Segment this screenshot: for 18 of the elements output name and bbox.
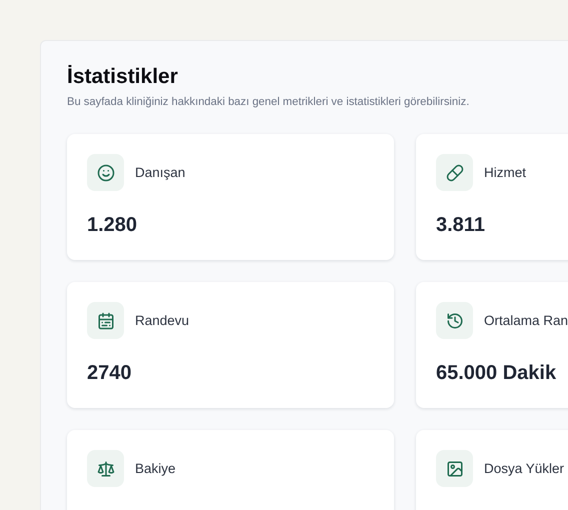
- image-icon: [446, 460, 464, 478]
- pill-icon: [446, 164, 464, 182]
- stat-value: 1.280: [87, 214, 138, 237]
- history-icon: [446, 312, 464, 330]
- calendar-icon: [96, 312, 114, 330]
- scale-icon: [96, 460, 114, 478]
- page-title: İstatistikler: [67, 65, 179, 89]
- stat-label: Dosya Yükler: [484, 461, 564, 476]
- stat-value: 2740: [87, 362, 132, 385]
- smile-icon: [96, 164, 114, 182]
- stat-label: Ortalama Ran: [484, 313, 568, 328]
- stat-label: Bakiye: [135, 461, 176, 476]
- page-subtitle: Bu sayfada kliniğiniz hakkındaki bazı genel metrikleri ve istatistikleri görebilirsiniz.: [67, 96, 470, 108]
- stat-label: Randevu: [135, 313, 190, 328]
- stat-value: 65.000 Dakik: [436, 362, 558, 385]
- stat-label: Hizmet: [484, 165, 526, 180]
- stat-value: 3.811: [436, 214, 486, 237]
- stat-label: Danışan: [135, 165, 186, 180]
